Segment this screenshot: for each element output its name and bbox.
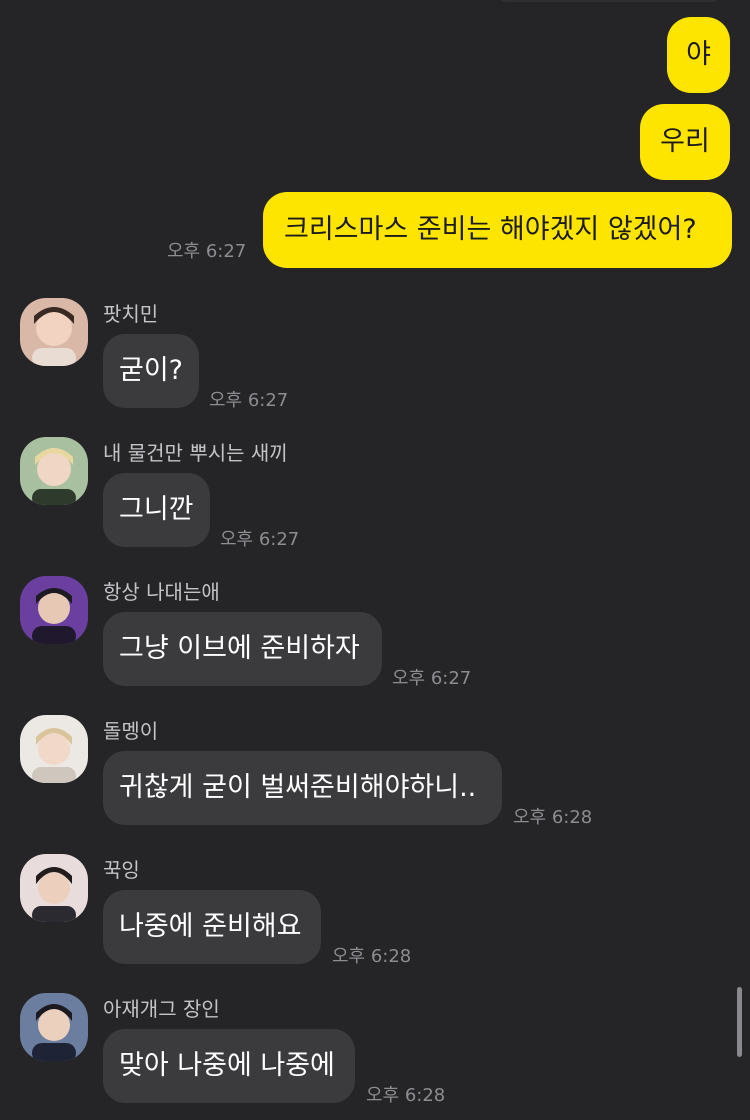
profile-photo-icon: [20, 298, 88, 366]
message-timestamp: 오후 6:27: [209, 390, 289, 411]
sender-name: 내 물건만 뿌시는 새끼: [103, 441, 288, 465]
message-timestamp: 오후 6:27: [167, 241, 247, 262]
incoming-message[interactable]: 굳이?: [103, 334, 199, 408]
outgoing-message[interactable]: 크리스마스 준비는 해야겠지 않겠어?: [263, 192, 732, 268]
incoming-message[interactable]: 귀찮게 굳이 벌써준비해야하니..: [103, 751, 502, 825]
profile-photo-icon: [20, 715, 88, 783]
sender-name: 항상 나대는애: [103, 580, 220, 604]
sender-name: 꾹잉: [103, 858, 140, 882]
sender-avatar[interactable]: [20, 576, 88, 644]
incoming-message[interactable]: 나중에 준비해요: [103, 890, 321, 964]
sender-name: 팟치민: [103, 302, 159, 326]
sender-avatar[interactable]: [20, 854, 88, 922]
profile-photo-icon: [20, 854, 88, 922]
sender-name: 돌멩이: [103, 719, 159, 743]
incoming-message[interactable]: 그냥 이브에 준비하자: [103, 612, 382, 686]
message-timestamp: 오후 6:28: [513, 807, 593, 828]
message-timestamp: 오후 6:28: [332, 946, 412, 967]
outgoing-message[interactable]: 야: [667, 17, 730, 93]
sender-name: 아재개그 장인: [103, 997, 220, 1021]
profile-photo-icon: [20, 437, 88, 505]
message-timestamp: 오후 6:28: [366, 1085, 446, 1106]
outgoing-message[interactable]: 우리: [640, 104, 730, 180]
scrollbar[interactable]: [737, 987, 742, 1057]
message-timestamp: 오후 6:27: [392, 668, 472, 689]
sender-avatar[interactable]: [20, 298, 88, 366]
sender-avatar[interactable]: [20, 715, 88, 783]
profile-photo-icon: [20, 993, 88, 1061]
previous-message-edge: [498, 0, 720, 2]
incoming-message[interactable]: 맞아 나중에 나중에: [103, 1029, 355, 1103]
message-timestamp: 오후 6:27: [220, 529, 300, 550]
sender-avatar[interactable]: [20, 437, 88, 505]
incoming-message[interactable]: 그니깐: [103, 473, 210, 547]
sender-avatar[interactable]: [20, 993, 88, 1061]
profile-photo-icon: [20, 576, 88, 644]
